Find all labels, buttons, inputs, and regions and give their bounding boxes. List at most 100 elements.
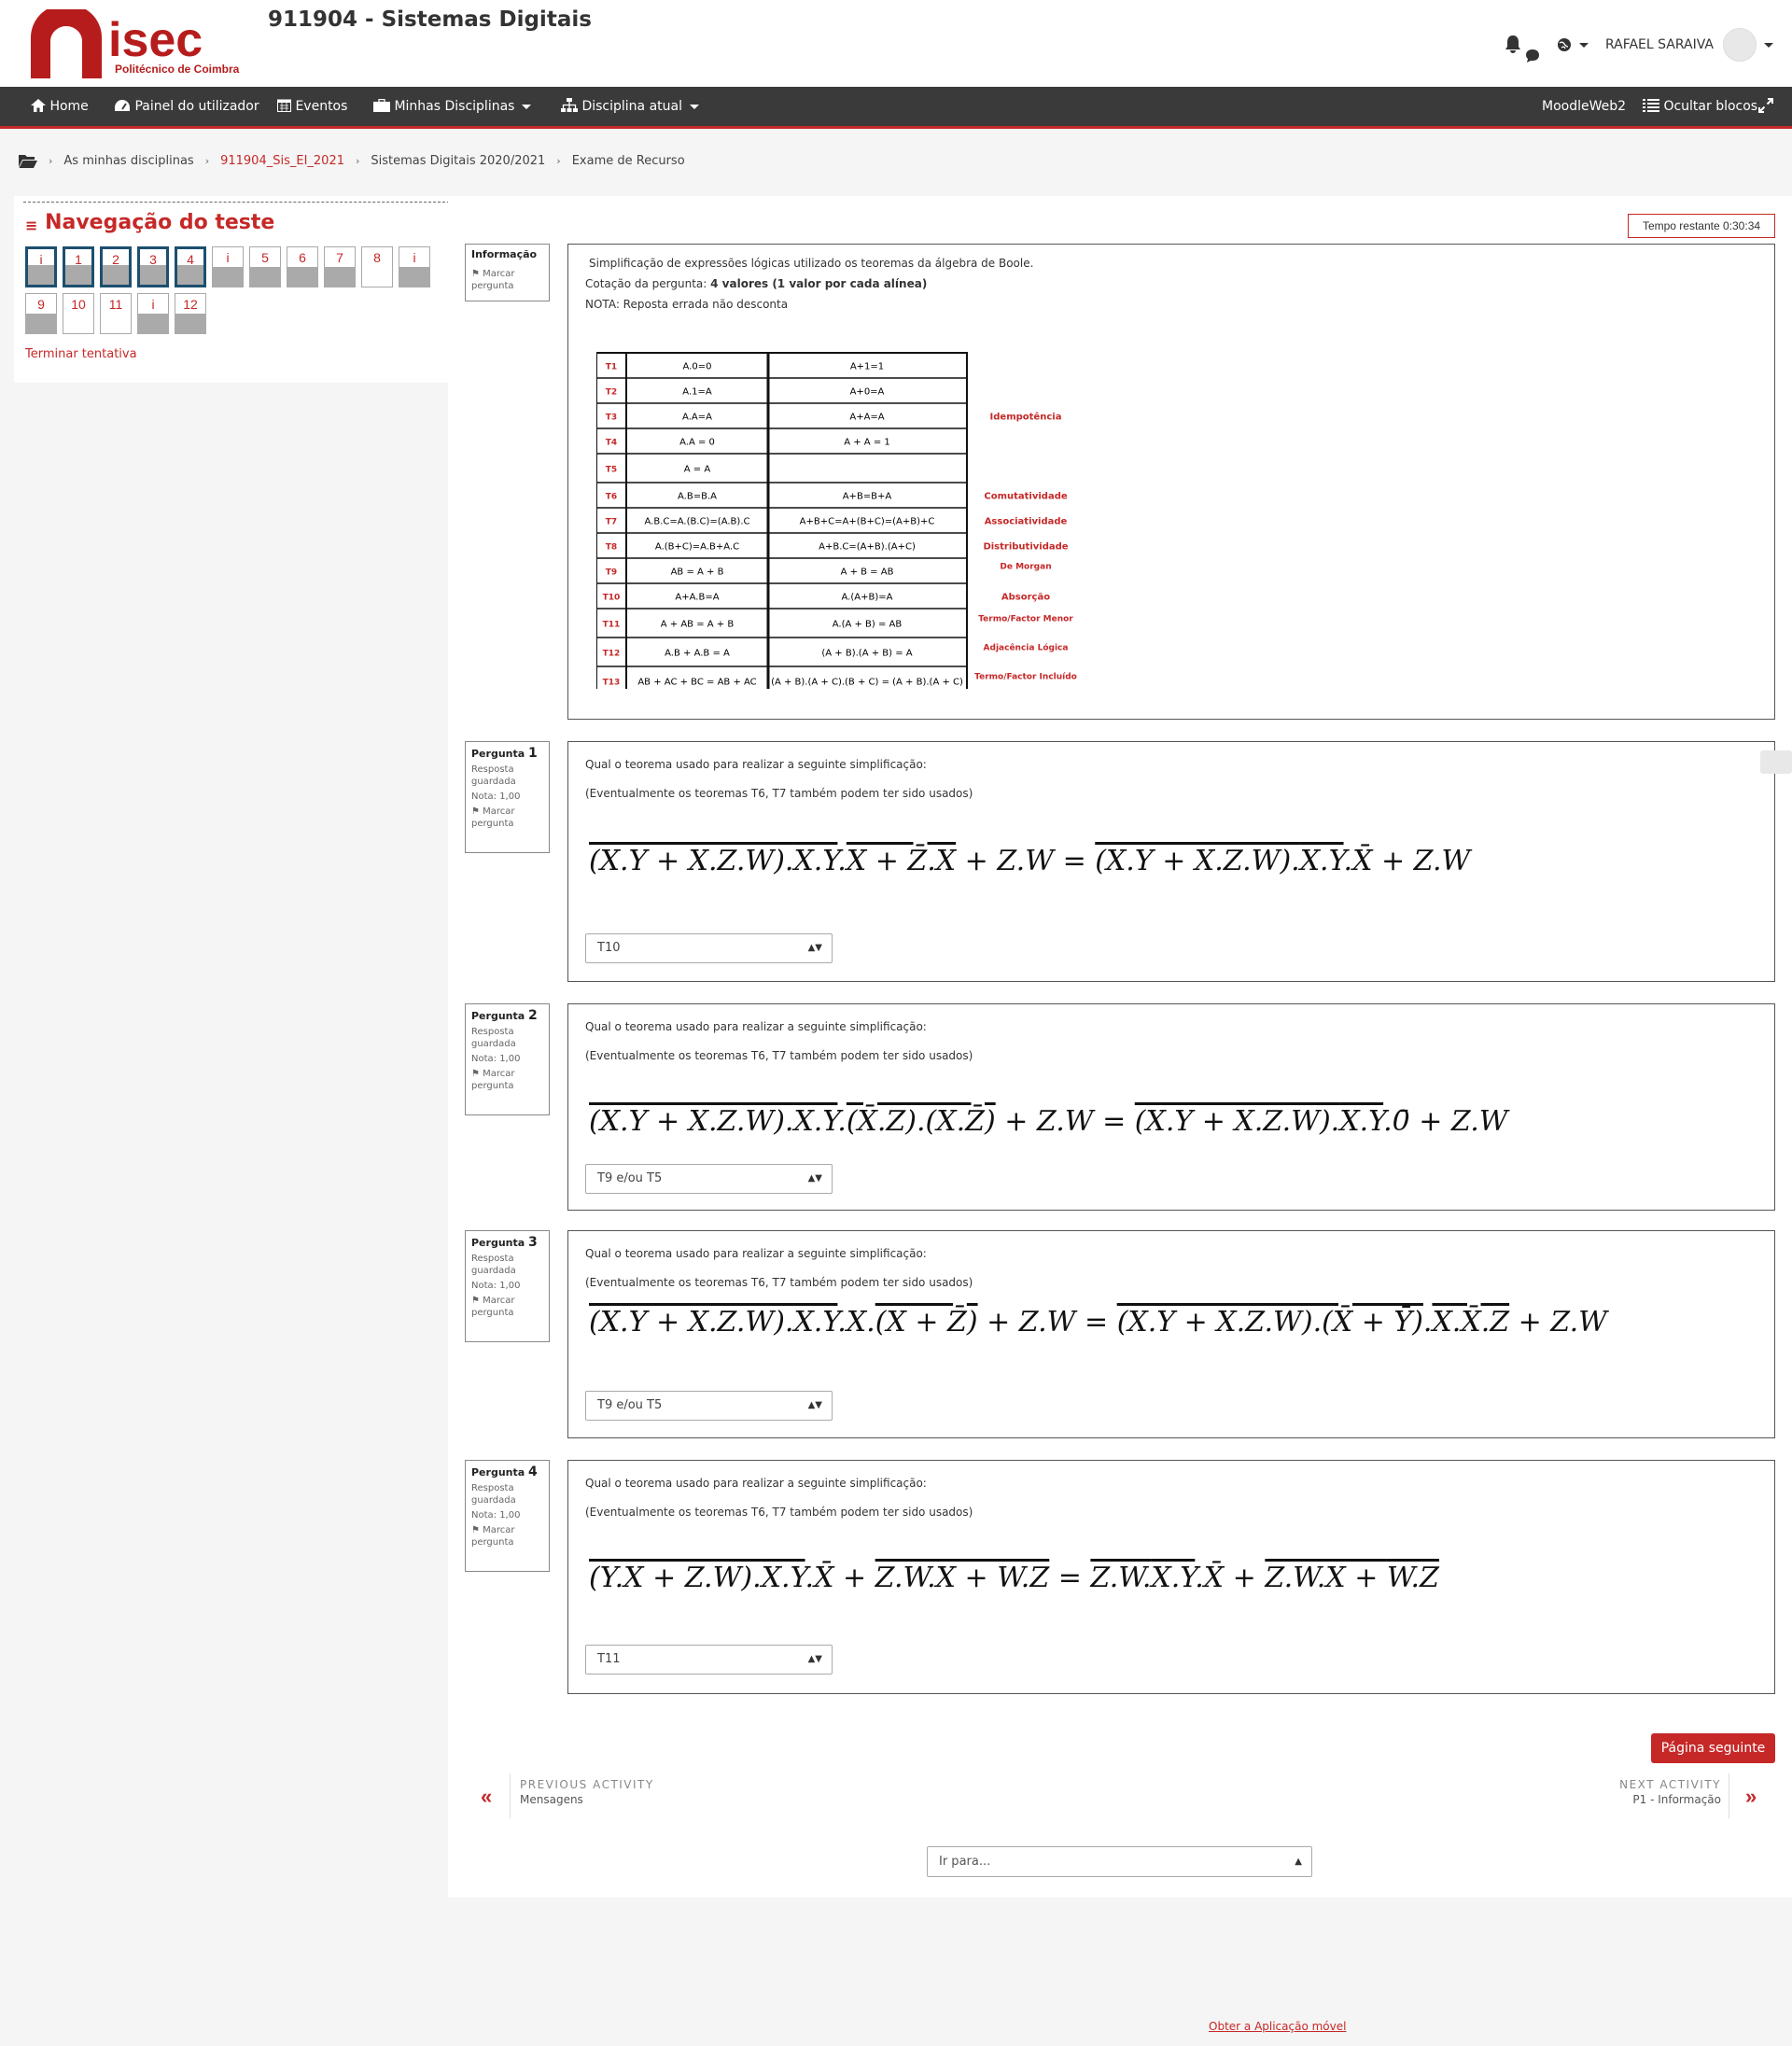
answer-select-value: T10 bbox=[597, 941, 621, 955]
nav-events[interactable]: Eventos bbox=[277, 87, 347, 126]
theorem-name: Termo/Factor Incluído bbox=[974, 673, 1077, 682]
nav-home[interactable]: Home bbox=[31, 87, 89, 126]
home-icon bbox=[31, 99, 46, 112]
chevron-double-left-icon[interactable]: « bbox=[481, 1785, 492, 1809]
quiz-nav-button-label: i bbox=[226, 250, 230, 265]
question-status: Resposta guardada bbox=[471, 1027, 516, 1049]
question-info: Pergunta 4 Resposta guardada Nota: 1,00 ⚑ M… bbox=[465, 1460, 550, 1572]
folder-open-icon[interactable] bbox=[19, 154, 37, 168]
answered-indicator bbox=[28, 265, 54, 285]
answer-select[interactable]: T11 ▲▼ bbox=[585, 1645, 833, 1675]
nav-dashboard[interactable]: Painel do utilizador bbox=[114, 87, 259, 126]
question-grade: Nota: 1,00 bbox=[471, 1281, 521, 1291]
quiz-navigation-title: ≡ Navegação do teste bbox=[25, 211, 274, 234]
user-name[interactable]: RAFAEL SARAIVA bbox=[1605, 37, 1714, 52]
quiz-nav-button[interactable]: 1 bbox=[63, 246, 94, 287]
theorem-name: Termo/Factor Menor bbox=[978, 615, 1073, 624]
next-page-button[interactable]: Página seguinte bbox=[1651, 1733, 1775, 1763]
flag-question[interactable]: ⚑ Marcar pergunta bbox=[471, 806, 543, 830]
finish-attempt-link[interactable]: Terminar tentativa bbox=[25, 347, 137, 361]
scroll-to-top-button[interactable] bbox=[1760, 750, 1792, 774]
quiz-nav-button[interactable]: 2 bbox=[100, 246, 132, 287]
flag-question[interactable]: ⚑ Marcar pergunta bbox=[471, 268, 543, 292]
theorem-table: T1 A.0=0 A+1=1 T2 A.1=A A+0=A T3 A.A=A A+A=A Idem… bbox=[596, 352, 1077, 689]
flag-question[interactable]: ⚑ Marcar pergunta bbox=[471, 1524, 543, 1549]
nav-my-courses[interactable]: Minhas Disciplinas bbox=[373, 87, 532, 126]
dashboard-icon bbox=[115, 100, 130, 111]
nav-current-course[interactable]: Disciplina atual bbox=[561, 87, 699, 126]
hide-blocks-label: Ocultar blocos bbox=[1663, 99, 1758, 114]
flag-icon: ⚑ bbox=[471, 269, 480, 279]
bell-icon[interactable] bbox=[1505, 35, 1521, 55]
question-label: Pergunta 2 bbox=[471, 1008, 538, 1023]
answer-select[interactable]: T9 e/ou T5 ▲▼ bbox=[585, 1391, 833, 1421]
quiz-nav-button[interactable]: i bbox=[212, 246, 244, 287]
menu-icon[interactable]: ≡ bbox=[25, 217, 37, 234]
quiz-nav-button[interactable]: i bbox=[137, 293, 169, 334]
quiz-nav-button[interactable]: 12 bbox=[175, 293, 206, 334]
select-arrows-icon: ▲▼ bbox=[807, 1654, 822, 1664]
breadcrumb-quiz[interactable]: Exame de Recurso bbox=[572, 154, 685, 168]
select-arrows-icon: ▲ bbox=[1295, 1857, 1302, 1867]
nav-moodleweb2[interactable]: MoodleWeb2 bbox=[1542, 87, 1626, 126]
quiz-nav-button[interactable]: i bbox=[399, 246, 430, 287]
theorem-id: T13 bbox=[603, 679, 621, 688]
question-label: Pergunta 4 bbox=[471, 1464, 538, 1479]
breadcrumb-section[interactable]: Sistemas Digitais 2020/2021 bbox=[371, 154, 545, 168]
language-menu[interactable] bbox=[1557, 37, 1589, 52]
info-score-value: 4 valores (1 valor por cada alínea) bbox=[710, 277, 928, 290]
question-label: Pergunta 1 bbox=[471, 746, 538, 761]
block-divider bbox=[23, 202, 455, 203]
quiz-navigation-block: ≡ Navegação do teste i 1 2 3 4 i 5 6 7 8 i 9 10 11 i 12… bbox=[14, 196, 455, 383]
flag-question[interactable]: ⚑ Marcar pergunta bbox=[471, 1295, 543, 1319]
question-grade: Nota: 1,00 bbox=[471, 1054, 521, 1064]
quiz-nav-button[interactable]: 9 bbox=[25, 293, 57, 334]
isec-logo[interactable]: isec Politécnico de Coimbra bbox=[28, 9, 252, 78]
time-remaining: Tempo restante 0:30:34 bbox=[1628, 214, 1775, 238]
answer-select[interactable]: T9 e/ou T5 ▲▼ bbox=[585, 1164, 833, 1194]
logo-text: isec bbox=[108, 13, 203, 67]
quiz-nav-button[interactable]: 8 bbox=[361, 246, 393, 287]
theorem-and-form: AB + AC + BC = AB + AC bbox=[637, 678, 756, 688]
chevron-double-right-icon[interactable]: » bbox=[1745, 1785, 1757, 1809]
next-activity-link[interactable]: NEXT ACTIVITY P1 - Informação bbox=[1619, 1778, 1721, 1806]
quiz-nav-button[interactable]: 5 bbox=[249, 246, 281, 287]
theorem-id: T10 bbox=[603, 594, 621, 603]
quiz-nav-button[interactable]: 6 bbox=[287, 246, 318, 287]
quiz-nav-button[interactable]: 11 bbox=[100, 293, 132, 334]
theorem-name: Distributividade bbox=[983, 542, 1068, 553]
theorem-or-form: A+B.C=(A+B).(A+C) bbox=[819, 542, 916, 553]
select-arrows-icon: ▲▼ bbox=[807, 1173, 822, 1184]
quiz-nav-button[interactable]: 3 bbox=[137, 246, 169, 287]
avatar[interactable] bbox=[1723, 28, 1757, 62]
quiz-navigation-title-text: Navegação do teste bbox=[45, 211, 275, 234]
quiz-nav-button[interactable]: 10 bbox=[63, 293, 94, 334]
answer-select[interactable]: T10 ▲▼ bbox=[585, 933, 833, 963]
quiz-nav-button[interactable]: 7 bbox=[324, 246, 356, 287]
theorem-or-form: A+B=B+A bbox=[843, 492, 892, 502]
quiz-nav-button-label: 11 bbox=[108, 297, 123, 312]
flag-question[interactable]: ⚑ Marcar pergunta bbox=[471, 1068, 543, 1092]
theorem-and-form: AB = A + B bbox=[671, 568, 724, 578]
user-menu[interactable] bbox=[1723, 28, 1773, 62]
breadcrumb-course[interactable]: 911904_Sis_EI_2021 bbox=[220, 154, 344, 168]
question-grade: Nota: 1,00 bbox=[471, 1510, 521, 1520]
quiz-nav-button[interactable]: i bbox=[25, 246, 57, 287]
next-activity-name: P1 - Informação bbox=[1632, 1793, 1721, 1806]
fullscreen-button[interactable] bbox=[1758, 87, 1773, 126]
previous-activity-link[interactable]: PREVIOUS ACTIVITY Mensagens bbox=[520, 1778, 654, 1806]
theorem-and-form: A.(B+C)=A.B+A.C bbox=[655, 542, 739, 553]
mobile-app-link[interactable]: Obter a Aplicação móvel bbox=[1209, 2020, 1346, 2033]
previous-activity-name: Mensagens bbox=[520, 1793, 583, 1806]
breadcrumb-my-courses[interactable]: As minhas disciplinas bbox=[63, 154, 193, 168]
question-text: Qual o teorema usado para realizar a seg… bbox=[585, 758, 927, 771]
chat-icon[interactable] bbox=[1525, 49, 1540, 63]
answered-indicator bbox=[175, 314, 205, 333]
question-info: Pergunta 2 Resposta guardada Nota: 1,00 ⚑ M… bbox=[465, 1003, 550, 1115]
quiz-nav-button[interactable]: 4 bbox=[175, 246, 206, 287]
hide-blocks-button[interactable]: Ocultar blocos bbox=[1643, 87, 1757, 126]
quiz-nav-button-label: 1 bbox=[75, 252, 82, 267]
question-text: Qual o teorema usado para realizar a seg… bbox=[585, 1020, 927, 1033]
jump-to-select[interactable]: Ir para... ▲ bbox=[927, 1846, 1312, 1877]
answered-indicator bbox=[138, 314, 168, 333]
